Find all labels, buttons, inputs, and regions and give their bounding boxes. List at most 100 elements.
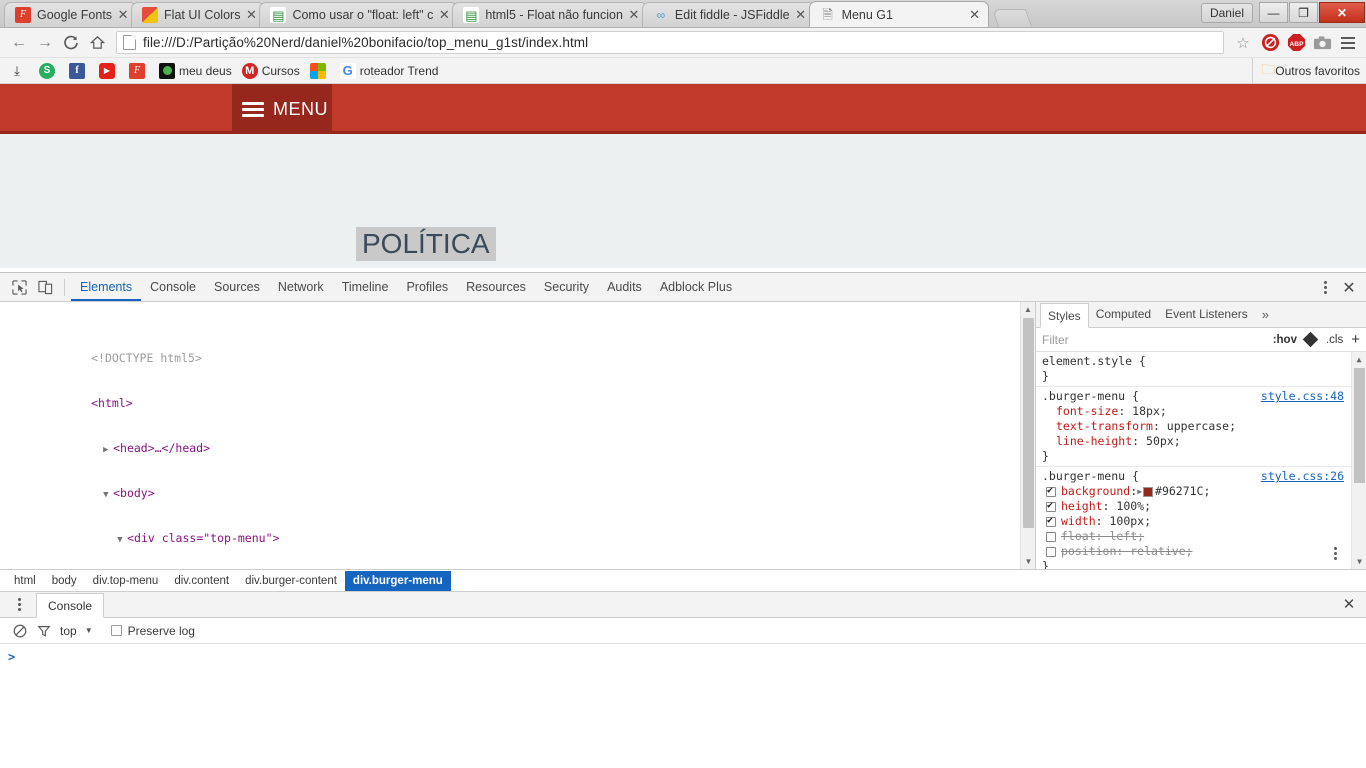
drawer-tab-console[interactable]: Console (36, 592, 105, 618)
other-bookmarks-button[interactable]: 🗀 Outros favoritos (1252, 58, 1360, 84)
tab-close-icon[interactable]: ✕ (116, 8, 130, 22)
expand-arrow-icon[interactable]: ▶ (1137, 484, 1142, 499)
breadcrumb-item-burger-content[interactable]: div.burger-content (237, 571, 345, 591)
declaration-checkbox[interactable] (1046, 485, 1056, 497)
declaration-checkbox[interactable] (1046, 500, 1056, 512)
css-declaration[interactable]: background:▶#96271C; (1042, 484, 1358, 499)
adblock-plus-extension-button[interactable]: ABP (1284, 31, 1308, 55)
toggle-device-toolbar-button[interactable] (32, 275, 58, 299)
declaration-checkbox[interactable] (1046, 546, 1056, 557)
color-swatch[interactable] (1143, 486, 1154, 497)
tab-close-icon[interactable]: ✕ (244, 8, 258, 22)
elements-scrollbar[interactable]: ▲ ▼ (1020, 302, 1035, 569)
css-rule-element-style[interactable]: element.style { } (1036, 352, 1366, 388)
drawer-close-button[interactable]: ✕ (1338, 593, 1360, 615)
breadcrumb-item-html[interactable]: html (6, 571, 44, 591)
user-profile-chip[interactable]: Daniel (1200, 2, 1253, 23)
new-style-rule-button[interactable]: + (1351, 331, 1360, 348)
css-value[interactable]: relative; (1130, 544, 1192, 559)
css-value[interactable]: uppercase; (1167, 419, 1236, 434)
console-context-selector[interactable]: top ▼ (60, 624, 93, 638)
cls-toggle-button[interactable]: .cls (1326, 334, 1343, 346)
css-rule-burger-menu-48[interactable]: style.css:48 .burger-menu { font-size: 1… (1036, 387, 1366, 468)
devtools-tab-resources[interactable]: Resources (457, 273, 535, 301)
inspect-element-button[interactable] (6, 275, 32, 299)
dom-line[interactable]: ▼ <body> (8, 471, 1035, 500)
ghostery-extension-button[interactable] (1258, 31, 1282, 55)
back-button[interactable]: ← (6, 30, 32, 56)
scrollbar-thumb[interactable] (1354, 368, 1365, 484)
browser-tab-4[interactable]: ∞ Edit fiddle - JSFiddle ✕ (641, 2, 815, 27)
styles-tab-event-listeners[interactable]: Event Listeners (1158, 302, 1255, 327)
dom-line[interactable]: ▼ <div class="top-menu"> (8, 516, 1035, 545)
browser-tab-5[interactable]: 🗎 Menu G1 ✕ (808, 1, 989, 27)
new-tab-button[interactable] (991, 9, 1032, 27)
devtools-tab-network[interactable]: Network (269, 273, 333, 301)
dom-line[interactable]: ▶ <head>…</head> (8, 426, 1035, 455)
bookmark-item-7[interactable] (305, 61, 335, 81)
tab-close-icon[interactable]: ✕ (968, 8, 982, 22)
reload-button[interactable] (58, 30, 84, 56)
address-bar[interactable]: file:///D:/Partição%20Nerd/daniel%20boni… (116, 31, 1224, 54)
tab-close-icon[interactable]: ✕ (627, 8, 641, 22)
browser-tab-0[interactable]: F Google Fonts ✕ (4, 2, 138, 27)
console-output[interactable]: > (0, 644, 1366, 768)
devtools-tab-console[interactable]: Console (141, 273, 205, 301)
bookmark-item-4[interactable]: F (124, 61, 154, 81)
breadcrumb-item-content[interactable]: div.content (166, 571, 237, 591)
bookmark-item-6[interactable]: M Cursos (237, 61, 305, 81)
styles-tab-more[interactable]: » (1255, 302, 1276, 327)
css-rule-burger-menu-26[interactable]: style.css:26 .burger-menu { background:▶… (1036, 467, 1366, 569)
color-scheme-icon[interactable] (1302, 331, 1319, 348)
scroll-up-icon[interactable]: ▲ (1021, 302, 1035, 317)
breadcrumb-item-burger-menu[interactable]: div.burger-menu (344, 570, 451, 591)
css-value[interactable]: 100%; (1116, 499, 1151, 514)
devtools-tab-timeline[interactable]: Timeline (333, 273, 398, 301)
expand-arrow-icon[interactable]: ▶ (103, 443, 113, 458)
css-declaration[interactable]: height: 100%; (1042, 499, 1358, 514)
breadcrumb-item-top-menu[interactable]: div.top-menu (85, 571, 167, 591)
styles-more-button[interactable] (1324, 541, 1346, 565)
window-close-button[interactable]: ✕ (1319, 2, 1365, 23)
collapse-arrow-icon[interactable]: ▼ (103, 488, 113, 503)
browser-tab-3[interactable]: ▤ html5 - Float não funcion ✕ (452, 2, 648, 27)
devtools-tab-profiles[interactable]: Profiles (397, 273, 457, 301)
drawer-more-button[interactable] (8, 593, 30, 617)
css-value[interactable]: 50px; (1146, 434, 1181, 449)
declaration-checkbox[interactable] (1046, 531, 1056, 542)
devtools-tab-elements[interactable]: Elements (71, 273, 142, 301)
css-value[interactable]: 100px; (1109, 514, 1151, 529)
clear-console-button[interactable] (8, 624, 32, 638)
bookmark-item-0[interactable]: ⤓ (4, 61, 34, 81)
collapse-arrow-icon[interactable]: ▼ (117, 533, 127, 548)
styles-tab-computed[interactable]: Computed (1089, 302, 1158, 327)
scroll-down-icon[interactable]: ▼ (1352, 554, 1366, 569)
css-source-link[interactable]: style.css:48 (1261, 389, 1344, 404)
css-rules-list[interactable]: element.style { } style.css:48 .burger-m… (1036, 352, 1366, 569)
css-value[interactable]: left; (1109, 529, 1144, 544)
css-declaration-disabled[interactable]: position: relative; (1042, 544, 1358, 559)
scroll-up-icon[interactable]: ▲ (1352, 352, 1366, 367)
burger-menu[interactable]: MENU (232, 84, 332, 134)
dom-line[interactable]: <!DOCTYPE html5> (8, 336, 1035, 365)
css-declaration-disabled[interactable]: float: left; (1042, 529, 1358, 544)
preserve-log-checkbox[interactable]: Preserve log (110, 624, 195, 638)
styles-filter-input[interactable]: Filter (1042, 333, 1273, 347)
css-declaration[interactable]: text-transform: uppercase; (1042, 419, 1358, 434)
forward-button[interactable]: → (32, 30, 58, 56)
styles-tab-styles[interactable]: Styles (1040, 302, 1089, 328)
elements-pane[interactable]: <!DOCTYPE html5> <html> ▶ <head>…</head> … (0, 302, 1035, 569)
css-value[interactable]: #96271C; (1155, 484, 1210, 499)
chrome-menu-button[interactable] (1336, 31, 1360, 55)
maximize-button[interactable]: ❐ (1289, 2, 1318, 23)
devtools-tab-sources[interactable]: Sources (205, 273, 269, 301)
devtools-tab-adblock-plus[interactable]: Adblock Plus (651, 273, 741, 301)
devtools-more-button[interactable] (1314, 276, 1336, 300)
css-declaration[interactable]: font-size: 18px; (1042, 404, 1358, 419)
bookmark-item-2[interactable]: f (64, 61, 94, 81)
bookmark-item-5[interactable]: meu deus (154, 61, 237, 81)
scrollbar-thumb[interactable] (1023, 318, 1034, 528)
devtools-close-button[interactable]: ✕ (1336, 276, 1362, 300)
tab-close-icon[interactable]: ✕ (437, 8, 451, 22)
css-source-link[interactable]: style.css:26 (1261, 469, 1344, 484)
